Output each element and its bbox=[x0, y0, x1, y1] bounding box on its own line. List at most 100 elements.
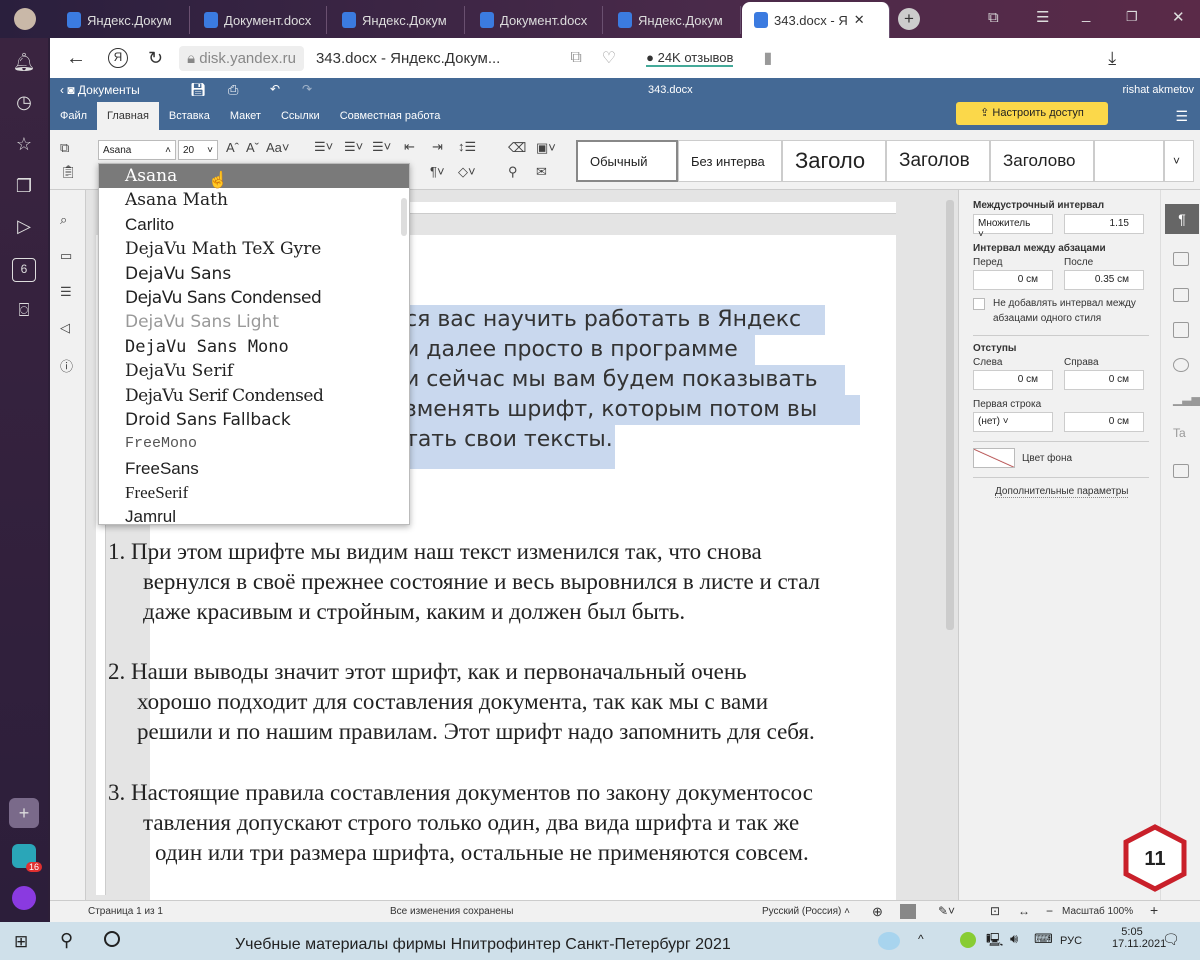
spacing-before-input[interactable]: 0 см bbox=[973, 270, 1053, 290]
background-color-picker[interactable] bbox=[973, 448, 1015, 468]
alice-icon[interactable] bbox=[12, 886, 36, 910]
track-changes-icon[interactable]: ✎˅ bbox=[938, 904, 955, 918]
font-option[interactable]: Jamrul bbox=[99, 505, 409, 524]
zoom-out-button[interactable]: − bbox=[1046, 904, 1053, 918]
spellcheck-icon[interactable] bbox=[900, 904, 916, 919]
tab-home[interactable]: Главная bbox=[97, 102, 159, 130]
text-art-icon[interactable]: Ta bbox=[1173, 426, 1189, 440]
spacing-after-input[interactable]: 0.35 см bbox=[1064, 270, 1144, 290]
mail-icon[interactable] bbox=[1173, 464, 1189, 478]
right-indent-input[interactable]: 0 см bbox=[1064, 370, 1144, 390]
docs-home-link[interactable]: ‹ ◙ Документы bbox=[60, 83, 140, 97]
comments-icon[interactable]: ▭ bbox=[60, 248, 72, 264]
style-heading-3[interactable]: Заголово bbox=[990, 140, 1094, 182]
browser-tab[interactable]: Документ.docx bbox=[192, 6, 327, 34]
line-spacing-type-select[interactable]: Множитель ˅ bbox=[973, 214, 1053, 240]
history-icon[interactable]: ◷ bbox=[12, 92, 36, 116]
protect-icon[interactable]: ♡ bbox=[602, 48, 616, 68]
font-option[interactable]: DejaVu Math TeX Gyre bbox=[99, 237, 409, 261]
tray-chevron-icon[interactable]: ^ bbox=[918, 932, 924, 946]
dropdown-scrollbar[interactable] bbox=[401, 198, 407, 236]
selected-text-line[interactable]: ся вас научить работать в Яндекс bbox=[405, 305, 825, 335]
print-icon[interactable]: ⎙ bbox=[228, 82, 238, 98]
info-icon[interactable]: ⓘ bbox=[60, 356, 73, 375]
header-footer-icon[interactable] bbox=[1173, 322, 1189, 338]
font-option[interactable]: DejaVu Sans Condensed bbox=[99, 286, 409, 310]
menu-icon[interactable]: ☰ bbox=[1036, 8, 1049, 26]
paragraph-settings-icon[interactable]: ¶ bbox=[1165, 204, 1199, 234]
line-spacing-icon[interactable]: ↕☰ bbox=[458, 139, 476, 155]
font-option[interactable]: FreeSans bbox=[99, 457, 409, 481]
browser-tab[interactable]: Яндекс.Докум bbox=[606, 6, 741, 34]
paragraph-mark-icon[interactable]: ¶˅ bbox=[430, 164, 445, 179]
list-item-line[interactable]: 2. Наши выводы значит этот шрифт, как и … bbox=[108, 659, 747, 685]
profile-avatar[interactable] bbox=[14, 8, 36, 30]
font-dropdown-list[interactable]: Asana Asana Math Carlito DejaVu Math TeX… bbox=[98, 163, 410, 525]
globe-icon[interactable]: ⊕ bbox=[872, 904, 883, 920]
font-option[interactable]: DejaVu Sans bbox=[99, 262, 409, 286]
play-icon[interactable]: ▷ bbox=[12, 216, 36, 240]
reload-icon[interactable]: ↻ bbox=[148, 48, 163, 69]
windows-start-icon[interactable]: ⊞ bbox=[14, 932, 28, 952]
font-option[interactable]: DejaVu Serif bbox=[99, 359, 409, 383]
undo-icon[interactable]: ↶ bbox=[270, 82, 280, 96]
no-space-checkbox[interactable] bbox=[973, 298, 985, 310]
selected-text-line[interactable]: зменять шрифт, которым потом вы bbox=[405, 395, 860, 425]
tab-collaboration[interactable]: Совместная работа bbox=[330, 102, 451, 130]
style-no-spacing[interactable]: Без интерва bbox=[678, 140, 782, 182]
list-item-line[interactable]: вернулся в своё прежнее состояние и весь… bbox=[143, 569, 820, 595]
browser-tab[interactable]: Яндекс.Докум bbox=[330, 6, 465, 34]
font-option[interactable]: Droid Sans Fallback bbox=[99, 408, 409, 432]
feedback-icon[interactable]: ◁ bbox=[60, 320, 70, 336]
tab-insert[interactable]: Вставка bbox=[159, 102, 220, 130]
format-painter-icon[interactable]: ⚲ bbox=[508, 164, 518, 180]
style-normal[interactable]: Обычный bbox=[576, 140, 678, 182]
clock[interactable]: 5:05 17.11.2021 bbox=[1112, 926, 1166, 950]
bookmarks-icon[interactable]: ⧉ bbox=[988, 9, 999, 26]
close-window-button[interactable]: ✕ bbox=[1172, 8, 1185, 26]
input-language[interactable]: РУС bbox=[1060, 935, 1082, 947]
style-heading-1[interactable]: Заголо bbox=[782, 140, 886, 182]
browser-tab[interactable]: Документ.docx bbox=[468, 6, 603, 34]
tab-layout[interactable]: Макет bbox=[220, 102, 271, 130]
font-name-input[interactable]: Asana ˄ bbox=[98, 140, 176, 160]
save-icon[interactable]: 💾︎ bbox=[190, 82, 207, 98]
network-icon[interactable]: 🖳︎ bbox=[986, 931, 1003, 953]
volume-icon[interactable]: 🔊︎ bbox=[1010, 931, 1018, 947]
fit-page-icon[interactable]: ⊡ bbox=[990, 904, 1000, 918]
style-heading-2[interactable]: Заголов bbox=[886, 140, 990, 182]
first-line-type-select[interactable]: (нет) ˅ bbox=[973, 412, 1053, 432]
image-icon[interactable] bbox=[1173, 288, 1189, 302]
first-line-input[interactable]: 0 см bbox=[1064, 412, 1144, 432]
language-select[interactable]: Русский (Россия) ˄ bbox=[762, 906, 850, 917]
font-size-input[interactable]: 20 ˅ bbox=[178, 140, 218, 160]
vertical-scrollbar[interactable] bbox=[946, 200, 954, 630]
weather-icon[interactable] bbox=[878, 932, 900, 950]
browser-tab-active[interactable]: 343.docx - Я ✕ bbox=[742, 2, 890, 38]
indent-icon[interactable]: ⇥ bbox=[432, 139, 443, 155]
fit-width-icon[interactable]: ↔ bbox=[1018, 904, 1030, 918]
multilevel-icon[interactable]: ☰˅ bbox=[372, 139, 391, 155]
font-option[interactable]: Asana Math bbox=[99, 188, 409, 212]
navigation-icon[interactable]: ☰ bbox=[60, 284, 72, 300]
selected-text-line[interactable]: тать свои тексты. bbox=[405, 425, 615, 469]
selected-text-line[interactable]: и далее просто в программе bbox=[405, 335, 755, 365]
increase-font-icon[interactable]: Aˆ bbox=[226, 140, 239, 155]
minimize-button[interactable]: _ bbox=[1082, 6, 1090, 23]
list-item-line[interactable]: хорошо подходит для составления документ… bbox=[137, 689, 768, 715]
numbering-icon[interactable]: ☰˅ bbox=[344, 139, 363, 155]
list-item-line[interactable]: 1. При этом шрифте мы видим наш текст из… bbox=[108, 539, 762, 565]
font-option[interactable]: Carlito bbox=[99, 213, 409, 237]
list-item-line[interactable]: один или три размера шрифта, остальные н… bbox=[155, 840, 809, 866]
download-icon[interactable]: ⤓ bbox=[1108, 48, 1116, 69]
keyboard-icon[interactable]: ⌨ bbox=[1034, 931, 1053, 947]
calendar-icon[interactable]: 6 bbox=[12, 258, 36, 282]
font-option[interactable]: DejaVu Serif Condensed bbox=[99, 384, 409, 408]
font-option[interactable]: DejaVu Sans Light bbox=[99, 310, 409, 334]
add-panel-button[interactable]: + bbox=[9, 798, 39, 828]
new-tab-button[interactable]: + bbox=[898, 8, 920, 30]
list-item-line[interactable]: даже красивым и стройным, каким и должен… bbox=[143, 599, 685, 625]
bookmark-icon[interactable]: ▮ bbox=[763, 48, 772, 68]
zoom-in-button[interactable]: + bbox=[1150, 902, 1158, 918]
chart-icon[interactable]: ▁▃▅ bbox=[1173, 392, 1200, 406]
